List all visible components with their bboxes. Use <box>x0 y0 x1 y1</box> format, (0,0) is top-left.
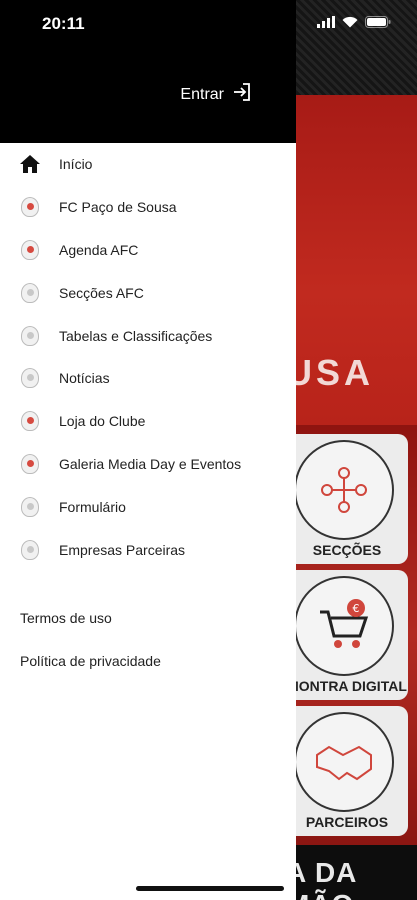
club-crest-icon <box>20 325 40 346</box>
club-crest-icon <box>20 496 40 517</box>
menu-item-fc-paco-de-sousa[interactable]: FC Paço de Sousa <box>0 186 296 229</box>
sections-icon <box>294 440 394 540</box>
menu-item-label: Formulário <box>59 498 126 515</box>
menu-item-formulario[interactable]: Formulário <box>0 485 296 528</box>
club-crest-icon <box>20 239 40 260</box>
status-time: 20:11 <box>42 14 85 33</box>
menu-item-galeria[interactable]: Galeria Media Day e Eventos <box>0 443 296 486</box>
digital-store-card[interactable]: € MONTRA DIGITAL <box>286 570 408 700</box>
club-crest-icon <box>20 197 40 218</box>
sections-card[interactable]: SECÇÕES <box>286 434 408 564</box>
menu-item-label: Início <box>59 156 93 173</box>
status-icons <box>317 15 391 33</box>
wifi-icon <box>342 15 358 33</box>
sections-card-label: SECÇÕES <box>312 542 382 558</box>
menu-item-label: Agenda AFC <box>59 241 139 258</box>
login-button[interactable]: Entrar <box>180 82 252 107</box>
login-icon <box>232 82 252 107</box>
background-hero-text: USA <box>286 352 375 393</box>
club-crest-icon <box>20 411 40 432</box>
menu-item-label: Secções AFC <box>59 284 144 301</box>
drawer-menu: Início FC Paço de Sousa Agenda AFC Secçõ… <box>0 143 296 571</box>
shopping-cart-icon: € <box>294 576 394 676</box>
cellular-signal-icon <box>317 15 335 33</box>
club-crest-icon <box>20 282 40 303</box>
menu-item-label: Tabelas e Classificações <box>59 327 213 344</box>
home-icon <box>20 154 40 174</box>
svg-text:€: € <box>353 602 360 615</box>
menu-item-loja-do-clube[interactable]: Loja do Clube <box>0 400 296 443</box>
menu-item-seccoes-afc[interactable]: Secções AFC <box>0 271 296 314</box>
status-bar: 20:11 <box>0 0 417 46</box>
battery-icon <box>365 15 391 33</box>
privacy-policy-link[interactable]: Política de privacidade <box>20 639 161 682</box>
menu-item-empresas-parceiras[interactable]: Empresas Parceiras <box>0 528 296 571</box>
menu-item-label: Notícias <box>59 370 110 387</box>
club-crest-icon <box>20 539 40 560</box>
background-footer-text: A DA MÃO <box>286 857 357 900</box>
menu-item-label: Galeria Media Day e Eventos <box>59 455 242 472</box>
handshake-icon <box>294 712 394 812</box>
navigation-drawer: Entrar Início FC Paço de Sousa Agenda AF… <box>0 0 296 900</box>
digital-store-card-label: MONTRA DIGITAL <box>287 678 407 694</box>
partners-card[interactable]: PARCEIROS <box>286 706 408 836</box>
terms-of-use-link[interactable]: Termos de uso <box>20 596 161 639</box>
club-crest-icon <box>20 453 40 474</box>
menu-item-inicio[interactable]: Início <box>0 143 296 186</box>
club-crest-icon <box>20 368 40 389</box>
login-label: Entrar <box>180 85 224 103</box>
drawer-footer-links: Termos de uso Política de privacidade <box>20 596 161 682</box>
menu-item-label: Empresas Parceiras <box>59 541 186 558</box>
partners-card-label: PARCEIROS <box>305 814 389 830</box>
menu-item-agenda-afc[interactable]: Agenda AFC <box>0 229 296 272</box>
menu-item-tabelas[interactable]: Tabelas e Classificações <box>0 314 296 357</box>
menu-item-noticias[interactable]: Notícias <box>0 357 296 400</box>
menu-item-label: FC Paço de Sousa <box>59 199 177 216</box>
menu-item-label: Loja do Clube <box>59 413 146 430</box>
home-indicator[interactable] <box>136 886 284 891</box>
